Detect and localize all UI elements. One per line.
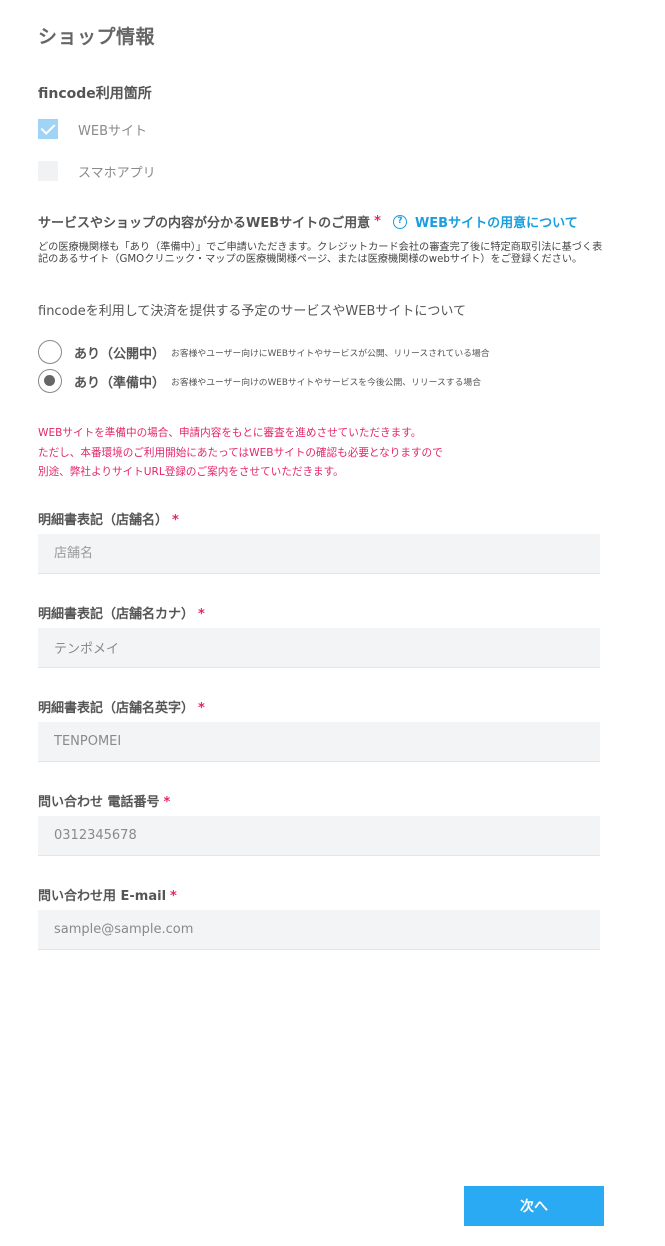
website-checkbox[interactable]: [38, 119, 58, 139]
required-mark: *: [374, 214, 381, 229]
page-title: ショップ情報: [38, 26, 156, 48]
service-option-preparing[interactable]: あり（準備中） お客様やユーザー向けのWEBサイトやサービスを今後公開、リリース…: [38, 369, 481, 393]
service-option-public[interactable]: あり（公開中） お客様やユーザー向けにWEBサイトやサービスが公開、リリースされ…: [38, 340, 490, 364]
warning-line: 別途、弊社よりサイトURL登録のご案内をさせていただきます。: [38, 466, 344, 478]
required-mark: *: [198, 701, 205, 716]
required-mark: *: [172, 513, 179, 528]
email-label-text: 問い合わせ用 E-mail: [38, 889, 167, 904]
radio-public-label: あり（公開中）: [74, 346, 166, 362]
preparing-warning: WEBサイトを準備中の場合、申請内容をもとに審査を進めさせていただきます。 ただ…: [38, 424, 443, 483]
store-english-input[interactable]: [38, 722, 600, 762]
website-question-label: サービスやショップの内容が分かるWEBサイトのご用意: [38, 216, 371, 231]
phone-input[interactable]: [38, 816, 600, 856]
store-name-label-text: 明細書表記（店舗名）: [38, 513, 169, 528]
store-english-label: 明細書表記（店舗名英字） *: [38, 697, 205, 716]
store-english-label-text: 明細書表記（店舗名英字）: [38, 701, 195, 716]
usage-option-website[interactable]: WEBサイト: [38, 119, 147, 139]
website-question: サービスやショップの内容が分かるWEBサイトのご用意 * ? WEBサイトの用意…: [38, 212, 578, 231]
required-mark: *: [198, 607, 205, 622]
radio-public[interactable]: [38, 340, 62, 364]
required-mark: *: [170, 889, 177, 904]
warning-line: WEBサイトを準備中の場合、申請内容をもとに審査を進めさせていただきます。: [38, 427, 422, 439]
store-kana-label-text: 明細書表記（店舗名カナ）: [38, 607, 195, 622]
phone-label-text: 問い合わせ 電話番号: [38, 795, 160, 810]
radio-preparing[interactable]: [38, 369, 62, 393]
website-checkbox-label: WEBサイト: [78, 123, 147, 139]
app-checkbox-label: スマホアプリ: [78, 165, 156, 181]
service-question: fincodeを利用して決済を提供する予定のサービスやWEBサイトについて: [38, 304, 466, 319]
store-name-input[interactable]: [38, 534, 600, 574]
next-button[interactable]: 次へ: [464, 1186, 604, 1226]
radio-preparing-desc: お客様やユーザー向けのWEBサイトやサービスを今後公開、リリースする場合: [171, 377, 481, 388]
store-kana-input[interactable]: [38, 628, 600, 668]
usage-option-app[interactable]: スマホアプリ: [38, 161, 156, 181]
radio-public-desc: お客様やユーザー向けにWEBサイトやサービスが公開、リリースされている場合: [171, 348, 490, 359]
website-help-link[interactable]: ? WEBサイトの用意について: [392, 212, 578, 231]
email-label: 問い合わせ用 E-mail *: [38, 885, 177, 904]
website-help-link-text: WEBサイトの用意について: [414, 216, 578, 231]
app-checkbox[interactable]: [38, 161, 58, 181]
usage-section-label: fincode利用箇所: [38, 86, 152, 102]
required-mark: *: [163, 795, 171, 810]
phone-label: 問い合わせ 電話番号 *: [38, 791, 170, 810]
warning-line: ただし、本番環境のご利用開始にあたってはWEBサイトの確認も必要となりますので: [38, 446, 443, 459]
help-icon: ?: [392, 214, 407, 229]
website-note: どの医療機関様も「あり（準備中）」でご申請いただきます。クレジットカード会社の審…: [38, 242, 603, 265]
store-name-label: 明細書表記（店舗名） *: [38, 509, 179, 528]
radio-preparing-label: あり（準備中）: [74, 375, 166, 391]
email-input[interactable]: [38, 910, 600, 950]
store-kana-label: 明細書表記（店舗名カナ） *: [38, 603, 205, 622]
